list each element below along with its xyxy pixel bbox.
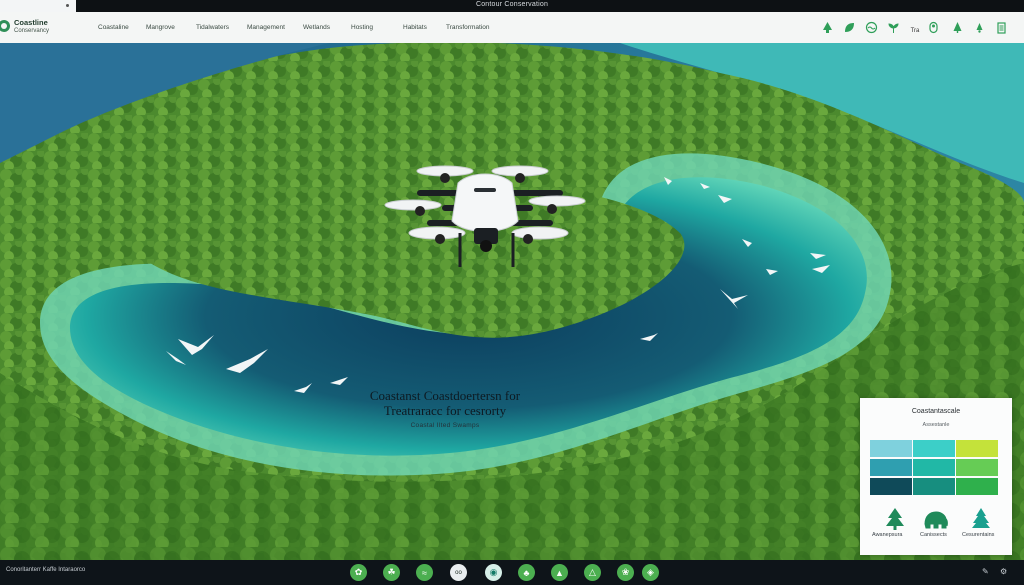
wave-icon[interactable]: ≈ <box>416 564 433 581</box>
scale-swatch <box>956 478 998 495</box>
color-scale <box>870 440 1000 498</box>
legend-card: Coastantascale Assestanle Awanepsura Can… <box>860 398 1012 555</box>
brand[interactable]: Coastline Conservancy <box>0 15 80 39</box>
top-bar: Contour Conservation <box>0 0 1024 12</box>
nav-small-text: Tra <box>910 28 920 34</box>
attach-icon[interactable]: ✎ <box>982 567 989 576</box>
wave-icon[interactable] <box>864 20 878 34</box>
sprout-icon[interactable]: ☘ <box>383 564 400 581</box>
nav-link-hosting[interactable]: Hosting <box>351 24 373 31</box>
nav-link-transformation[interactable]: Transformation <box>446 24 489 31</box>
overlay-caption: Coastanst Coastdoertersn for Treatraracc… <box>330 388 560 429</box>
nav-icons: Tra <box>814 15 1024 41</box>
nav-bar: Coastline Conservancy Coastaline Mangrov… <box>0 12 1024 44</box>
tree-icon <box>966 506 996 532</box>
globe-icon[interactable]: ◉ <box>485 564 502 581</box>
brand-name: Coastline <box>14 18 48 27</box>
bottom-bar: Conoritanterr Kaffe Intaraorco ✿ ☘ ≈ oo … <box>0 560 1024 585</box>
nav-link-management[interactable]: Management <box>247 24 285 31</box>
forest-icon[interactable] <box>950 20 964 34</box>
scale-swatch <box>913 440 955 457</box>
legend-title: Coastantascale <box>911 408 961 415</box>
settings-icon[interactable]: ⚙ <box>1000 567 1007 576</box>
nav-link-mangrove[interactable]: Mangrove <box>146 24 175 31</box>
sprout-icon[interactable] <box>886 20 900 34</box>
status-text: Conoritanterr Kaffe Intaraorco <box>6 567 86 573</box>
scale-swatch <box>913 478 955 495</box>
species-label: Canissects <box>920 532 947 538</box>
tree-icon[interactable] <box>820 20 834 34</box>
elephant-icon <box>920 506 950 532</box>
species-label: Cesurentains <box>962 532 995 538</box>
brand-tagline: Conservancy <box>14 28 50 34</box>
caption-line-1: Coastanst Coastdoertersn for <box>369 388 521 403</box>
window-title: Contour Conservation <box>475 1 549 8</box>
scale-swatch <box>870 459 912 476</box>
legend-subtitle: Assestanle <box>922 422 950 428</box>
scale-swatch <box>870 440 912 457</box>
conifer-icon <box>880 506 910 532</box>
scale-swatch <box>956 459 998 476</box>
scale-swatch <box>870 478 912 495</box>
tree-icon[interactable]: ▲ <box>551 564 568 581</box>
nav-link-tidalwaters[interactable]: Tidalwaters <box>196 24 229 31</box>
menu-icon[interactable] <box>994 20 1008 34</box>
pin-icon[interactable] <box>926 20 940 34</box>
scale-swatch <box>913 459 955 476</box>
scale-swatch <box>956 440 998 457</box>
forest-icon[interactable]: △ <box>584 564 601 581</box>
leaf-icon[interactable]: ✿ <box>350 564 367 581</box>
eco-icon-2[interactable]: ◈ <box>642 564 659 581</box>
nav-link-coastline[interactable]: Coastaline <box>98 24 129 31</box>
plant-icon[interactable]: ♣ <box>518 564 535 581</box>
info-icon[interactable] <box>972 20 986 34</box>
species-label: Awanepsura <box>872 532 903 538</box>
caption-line-2: Treatraracc for cesrorty <box>383 403 507 418</box>
nav-link-habitats[interactable]: Habitats <box>403 24 427 31</box>
binoculars-icon[interactable]: oo <box>450 564 467 581</box>
brand-logo-icon <box>0 20 10 32</box>
leaf-icon[interactable] <box>842 20 856 34</box>
nav-link-wetlands[interactable]: Wetlands <box>303 24 330 31</box>
caption-subtitle: Coastal Ilted Swamps <box>410 422 480 429</box>
eco-icon[interactable]: ❀ <box>617 564 634 581</box>
